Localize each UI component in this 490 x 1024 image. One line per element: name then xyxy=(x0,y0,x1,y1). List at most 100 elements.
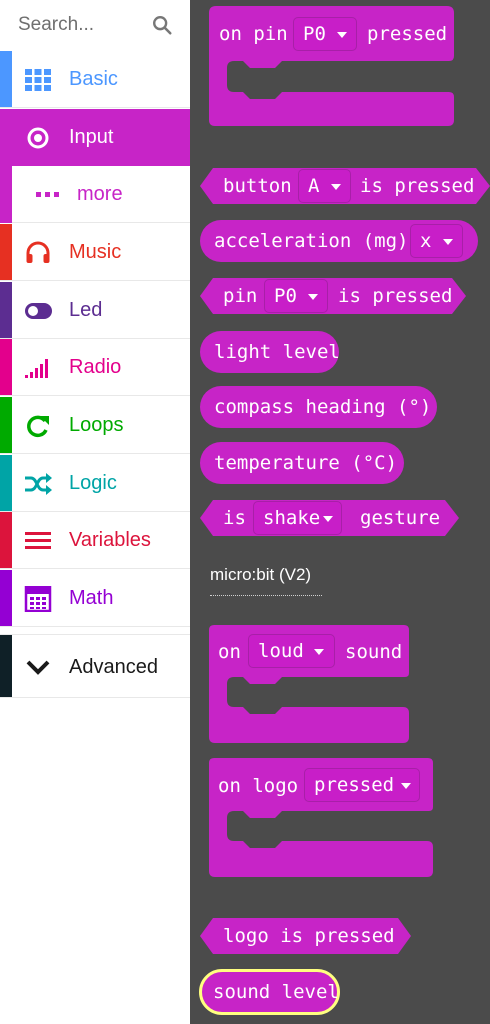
block-text: is xyxy=(223,507,246,529)
block-text: pressed xyxy=(367,23,448,45)
sound-level-block[interactable]: sound level xyxy=(199,969,340,1015)
button-dropdown[interactable]: A xyxy=(298,169,351,203)
dropdown-value: pressed xyxy=(314,774,395,796)
more-dots-icon xyxy=(36,192,59,197)
pin-is-pressed-block[interactable]: pin P0 is pressed xyxy=(190,274,480,318)
dropdown-value: P0 xyxy=(274,285,297,307)
block-text: is pressed xyxy=(338,285,453,307)
category-label: Music xyxy=(69,241,122,263)
block-text: acceleration (mg) xyxy=(214,230,409,252)
category-color-stripe xyxy=(0,455,12,511)
dropdown-value: A xyxy=(308,175,320,197)
grid-icon xyxy=(25,69,51,91)
block-text: logo is pressed xyxy=(223,925,395,947)
dropdown-arrow-icon xyxy=(337,32,347,38)
search-icon[interactable] xyxy=(151,14,173,36)
category-label: Led xyxy=(69,299,103,321)
light-level-block[interactable]: light level xyxy=(200,331,340,373)
pin-dropdown[interactable]: P0 xyxy=(264,279,328,313)
block-text: sound level xyxy=(213,981,339,1003)
category-math[interactable]: Math xyxy=(0,570,190,627)
search-input[interactable] xyxy=(18,12,146,38)
blocks-flyout: on pin P0 pressed button A is pressed ac… xyxy=(190,0,490,1024)
category-color-stripe xyxy=(0,635,12,697)
category-label: Radio xyxy=(69,356,122,378)
on-loud-sound-block[interactable]: on loud sound xyxy=(190,620,490,750)
category-color-stripe xyxy=(0,282,12,338)
shuffle-icon xyxy=(25,473,52,495)
dropdown-arrow-icon xyxy=(314,649,324,655)
block-text: gesture xyxy=(360,507,441,529)
block-text: pin xyxy=(223,285,258,307)
category-led[interactable]: Led xyxy=(0,282,190,339)
category-loops[interactable]: Loops xyxy=(0,397,190,454)
category-variables[interactable]: Variables xyxy=(0,512,190,569)
radio-dot-icon xyxy=(27,127,49,149)
gesture-dropdown[interactable]: shake xyxy=(253,501,342,535)
dropdown-arrow-icon xyxy=(401,783,411,789)
category-label: more xyxy=(77,183,123,205)
headphones-icon xyxy=(26,241,50,263)
axis-dropdown[interactable]: x xyxy=(410,224,463,258)
dropdown-arrow-icon xyxy=(443,239,453,245)
block-text: button xyxy=(223,175,292,197)
event-block-shape xyxy=(209,625,409,743)
category-label: Basic xyxy=(69,68,118,90)
toggle-icon xyxy=(25,303,52,319)
block-text: on logo xyxy=(218,775,299,797)
category-label: Advanced xyxy=(69,656,158,678)
dropdown-arrow-icon xyxy=(323,516,333,522)
pin-dropdown[interactable]: P0 xyxy=(293,17,357,51)
sound-dropdown[interactable]: loud xyxy=(248,634,335,668)
category-input[interactable]: Input xyxy=(0,109,190,166)
category-label: Logic xyxy=(69,472,117,494)
block-text: is pressed xyxy=(360,175,475,197)
temperature-block[interactable]: temperature (°C) xyxy=(200,442,404,484)
category-label: Loops xyxy=(69,414,124,436)
block-text: compass heading (°) xyxy=(214,396,432,418)
dropdown-arrow-icon xyxy=(331,184,341,190)
dropdown-value: x xyxy=(420,230,432,252)
category-color-stripe xyxy=(0,339,12,395)
acceleration-block[interactable]: acceleration (mg) x xyxy=(200,220,478,262)
category-color-stripe xyxy=(0,397,12,453)
category-label: Math xyxy=(69,587,114,609)
compass-heading-block[interactable]: compass heading (°) xyxy=(200,386,437,428)
category-label: Input xyxy=(69,126,114,148)
refresh-icon xyxy=(27,415,49,438)
toolbox-search xyxy=(0,0,190,50)
section-label: micro:bit (V2) xyxy=(210,565,312,584)
toolbox-sidebar: Basic Input more Music Led xyxy=(0,0,190,1024)
button-is-pressed-block[interactable]: button A is pressed xyxy=(190,164,490,208)
dropdown-arrow-icon xyxy=(308,294,318,300)
category-advanced[interactable]: Advanced xyxy=(0,634,190,698)
category-color-stripe xyxy=(0,166,12,223)
dropdown-value: shake xyxy=(263,507,321,529)
category-basic[interactable]: Basic xyxy=(0,51,190,108)
list-lines-icon xyxy=(25,532,51,549)
category-logic[interactable]: Logic xyxy=(0,455,190,512)
block-text: sound xyxy=(345,641,403,663)
logo-is-pressed-block[interactable]: logo is pressed xyxy=(190,914,430,958)
on-pin-pressed-block[interactable]: on pin P0 pressed xyxy=(190,0,490,130)
dropdown-value: P0 xyxy=(303,23,326,45)
signal-bars-icon xyxy=(25,359,48,378)
category-label: Variables xyxy=(69,529,151,551)
logo-dropdown[interactable]: pressed xyxy=(304,768,420,802)
chevron-down-icon xyxy=(26,660,50,675)
block-text: temperature (°C) xyxy=(214,452,398,474)
category-color-stripe xyxy=(0,51,12,107)
category-radio[interactable]: Radio xyxy=(0,339,190,396)
on-logo-pressed-block[interactable]: on logo pressed xyxy=(190,754,490,884)
block-text: on xyxy=(218,641,241,663)
block-text: on pin xyxy=(219,23,288,45)
is-gesture-block[interactable]: is shake gesture xyxy=(190,496,470,540)
category-color-stripe xyxy=(0,224,12,280)
category-color-stripe xyxy=(0,512,12,568)
category-input-more[interactable]: more xyxy=(12,166,190,223)
section-divider xyxy=(210,595,322,596)
calculator-icon xyxy=(24,586,52,612)
category-color-stripe xyxy=(0,570,12,626)
dropdown-value: loud xyxy=(258,640,304,662)
category-music[interactable]: Music xyxy=(0,224,190,281)
